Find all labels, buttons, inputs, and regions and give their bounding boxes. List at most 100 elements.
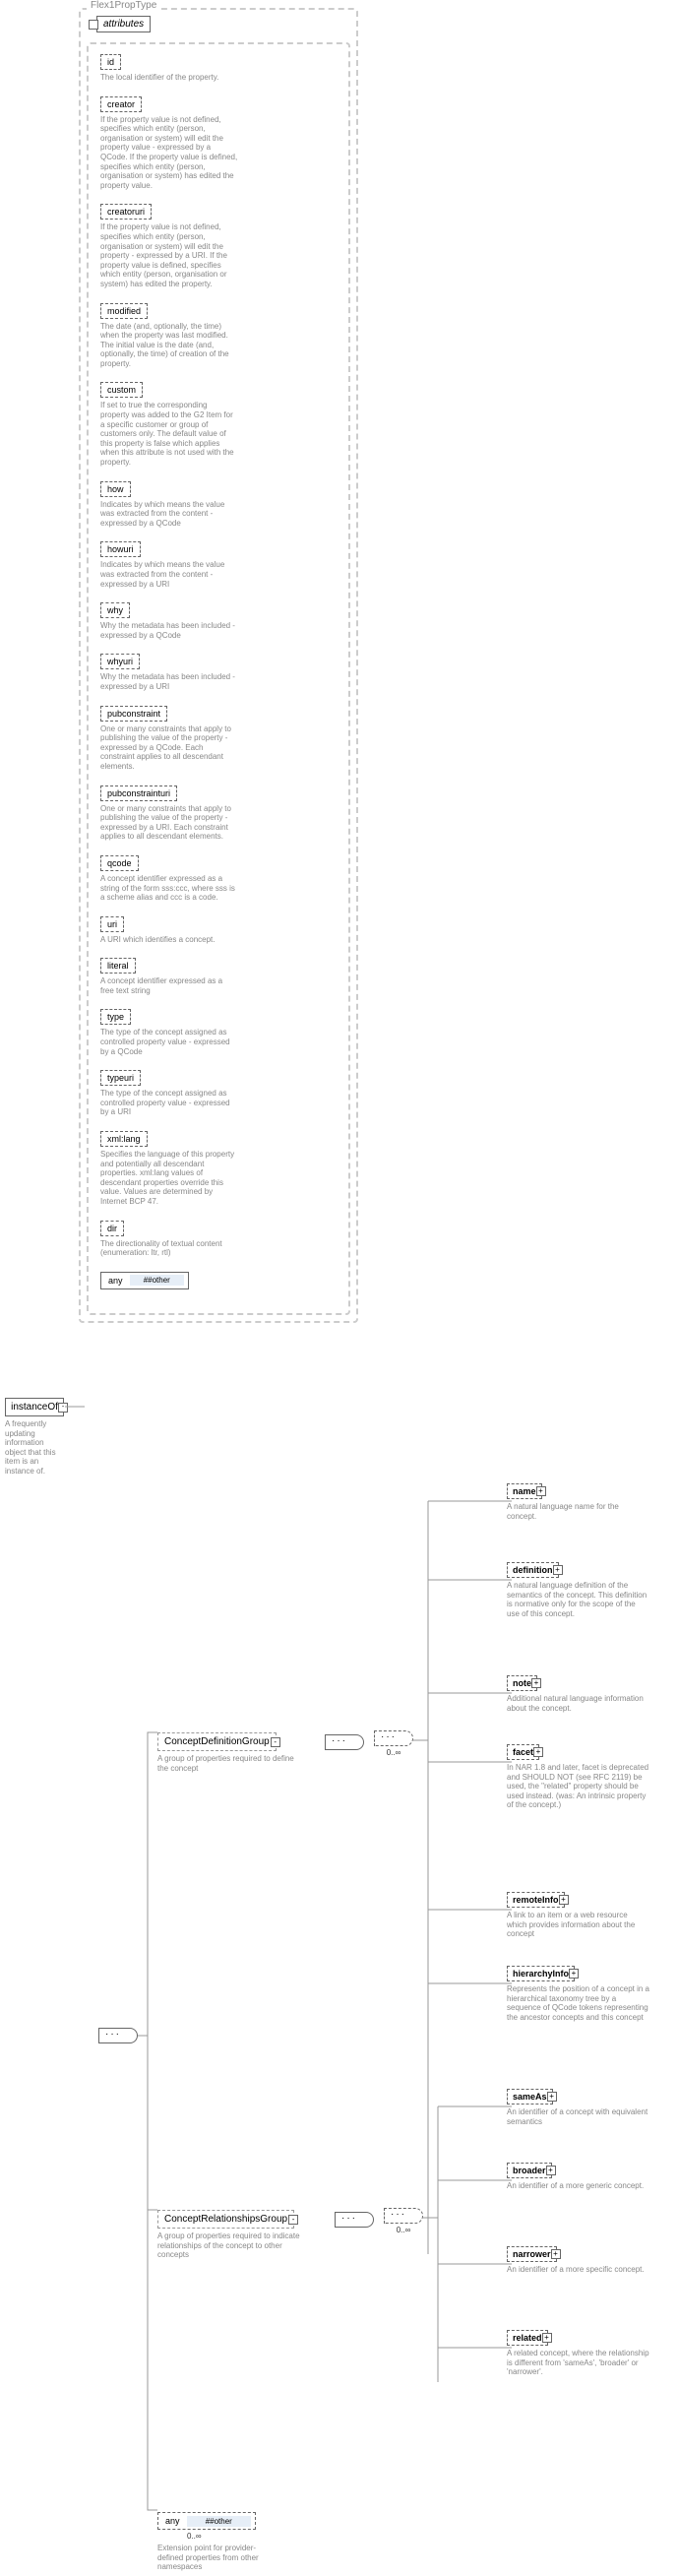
child-item: sameAs An identifier of a concept with eq… xyxy=(507,2089,649,2126)
attr-name: howuri xyxy=(100,541,141,557)
relgroup-desc: A group of properties required to indica… xyxy=(157,2231,315,2260)
attr-desc: The type of the concept assigned as cont… xyxy=(100,1028,238,1056)
attr-item: literal A concept identifier expressed as… xyxy=(100,958,238,995)
attr-item: uri A URI which identifies a concept. xyxy=(100,916,238,945)
attr-name: qcode xyxy=(100,855,139,871)
attr-item: dir The directionality of textual content… xyxy=(100,1221,238,1258)
instanceof-box[interactable]: instanceOf xyxy=(5,1398,64,1416)
child-box-definition[interactable]: definition xyxy=(507,1562,559,1578)
child-desc: An identifier of a more specific concept… xyxy=(507,2265,649,2275)
flex1proptype-group: Flex1PropType attributes idThe local ide… xyxy=(79,8,358,1323)
child-box-sameAs[interactable]: sameAs xyxy=(507,2089,553,2105)
attr-name: literal xyxy=(100,958,136,974)
attr-name: creatoruri xyxy=(100,204,152,220)
attr-desc: One or many constraints that apply to pu… xyxy=(100,804,238,842)
any-element: any ##other 0..∞ Extension point for pro… xyxy=(157,2512,285,2572)
attr-item: how Indicates by which means the value wa… xyxy=(100,481,238,529)
attr-name: pubconstrainturi xyxy=(100,785,177,801)
attr-item: whyuri Why the metadata has been included… xyxy=(100,654,238,691)
child-box-name[interactable]: name xyxy=(507,1483,542,1499)
child-box-facet[interactable]: facet xyxy=(507,1744,539,1760)
child-item: nameA natural language name for the conc… xyxy=(507,1483,649,1521)
child-item: narrower An identifier of a more specific… xyxy=(507,2246,649,2275)
attr-name: dir xyxy=(100,1221,124,1236)
child-box-remoteInfo[interactable]: remoteInfo xyxy=(507,1892,565,1908)
attr-desc: The directionality of textual content (e… xyxy=(100,1239,238,1258)
attr-desc: A URI which identifies a concept. xyxy=(100,935,238,945)
child-desc: Represents the position of a concept in … xyxy=(507,1984,649,2022)
child-item: hierarchyInfo Represents the position of … xyxy=(507,1966,649,2022)
attr-desc: One or many constraints that apply to pu… xyxy=(100,724,238,772)
instanceof-desc: A frequently updating information object… xyxy=(5,1419,64,1476)
child-box-related[interactable]: related xyxy=(507,2330,548,2346)
child-desc: A related concept, where the relationshi… xyxy=(507,2349,649,2377)
attr-item: pubconstrainturi One or many constraints … xyxy=(100,785,238,842)
attr-item: idThe local identifier of the property. xyxy=(100,54,238,83)
attr-desc: If the property value is not defined, sp… xyxy=(100,222,238,288)
attr-item: howuri Indicates by which means the value… xyxy=(100,541,238,589)
child-desc: An identifier of a more generic concept. xyxy=(507,2181,649,2191)
attr-item: why Why the metadata has been included - … xyxy=(100,602,238,640)
attr-item: modifiedThe date (and, optionally, the t… xyxy=(100,303,238,369)
attr-name: pubconstraint xyxy=(100,706,167,722)
child-desc: A natural language definition of the sem… xyxy=(507,1581,649,1618)
child-box-hierarchyInfo[interactable]: hierarchyInfo xyxy=(507,1966,575,1981)
child-item: related A related concept, where the rela… xyxy=(507,2330,649,2377)
attr-desc: A concept identifier expressed as a free… xyxy=(100,976,238,995)
concept-rel-group: ConceptRelationshipsGroup A group of pro… xyxy=(157,2210,325,2260)
attr-name: why xyxy=(100,602,130,618)
choice-connector-def xyxy=(374,1730,413,1746)
attr-desc: If set to true the corresponding propert… xyxy=(100,401,238,467)
relgroup-box[interactable]: ConceptRelationshipsGroup xyxy=(157,2210,294,2229)
attr-desc: Indicates by which means the value was e… xyxy=(100,560,238,589)
attributes-group: idThe local identifier of the property. c… xyxy=(87,42,350,1315)
flex-title: Flex1PropType xyxy=(87,0,160,11)
attr-name: custom xyxy=(100,382,143,398)
child-item: definition A natural language definition … xyxy=(507,1562,649,1618)
attr-item: creatoruri If the property value is not d… xyxy=(100,204,238,288)
attr-desc: The local identifier of the property. xyxy=(100,73,238,83)
sequence-connector-main xyxy=(98,2028,138,2043)
attr-name: xml:lang xyxy=(100,1131,148,1147)
child-box-broader[interactable]: broader xyxy=(507,2163,552,2178)
attr-item: xml:lang Specifies the language of this p… xyxy=(100,1131,238,1207)
attr-name: whyuri xyxy=(100,654,140,669)
child-item: remoteInfo A link to an item or a web res… xyxy=(507,1892,649,1939)
attr-item: creator If the property value is not defi… xyxy=(100,96,238,191)
attr-desc: Why the metadata has been included - exp… xyxy=(100,621,238,640)
attributes-header[interactable]: attributes xyxy=(96,16,151,32)
defgroup-box[interactable]: ConceptDefinitionGroup xyxy=(157,1732,277,1751)
defgroup-desc: A group of properties required to define… xyxy=(157,1754,305,1773)
child-item: facet In NAR 1.8 and later, facet is depr… xyxy=(507,1744,649,1810)
def-choice: 0..∞ xyxy=(374,1730,413,1757)
child-desc: A link to an item or a web resource whic… xyxy=(507,1911,649,1939)
attr-name: uri xyxy=(100,916,124,932)
choice-connector-rel xyxy=(384,2208,423,2224)
child-desc: An identifier of a concept with equivale… xyxy=(507,2107,649,2126)
concept-definition-group: ConceptDefinitionGroup A group of proper… xyxy=(157,1732,315,1773)
root-node: instanceOf A frequently updating informa… xyxy=(5,1398,64,1476)
attr-name: typeuri xyxy=(100,1070,141,1086)
child-item: broader An identifier of a more generic c… xyxy=(507,2163,649,2191)
rel-choice: 0..∞ xyxy=(384,2208,423,2234)
seq-rel xyxy=(335,2212,374,2228)
instanceof-label: instanceOf xyxy=(11,1402,58,1413)
child-desc: Additional natural language information … xyxy=(507,1694,649,1713)
attr-desc: Indicates by which means the value was e… xyxy=(100,500,238,529)
attr-desc: The date (and, optionally, the time) whe… xyxy=(100,322,238,369)
attr-any: any##other xyxy=(100,1272,238,1289)
any-elem-box[interactable]: any ##other xyxy=(157,2512,256,2530)
child-box-narrower[interactable]: narrower xyxy=(507,2246,557,2262)
attr-desc: Specifies the language of this property … xyxy=(100,1150,238,1207)
attr-desc: A concept identifier expressed as a stri… xyxy=(100,874,238,903)
child-box-note[interactable]: note xyxy=(507,1675,537,1691)
attr-item: typeThe type of the concept assigned as … xyxy=(100,1009,238,1056)
attr-item: typeuri The type of the concept assigned … xyxy=(100,1070,238,1117)
attr-desc: Why the metadata has been included - exp… xyxy=(100,672,238,691)
attr-name: how xyxy=(100,481,131,497)
attr-desc: If the property value is not defined, sp… xyxy=(100,115,238,191)
attr-desc: The type of the concept assigned as cont… xyxy=(100,1089,238,1117)
attr-name: creator xyxy=(100,96,142,112)
attr-item: pubconstraint One or many constraints tha… xyxy=(100,706,238,772)
child-desc: In NAR 1.8 and later, facet is deprecate… xyxy=(507,1763,649,1810)
